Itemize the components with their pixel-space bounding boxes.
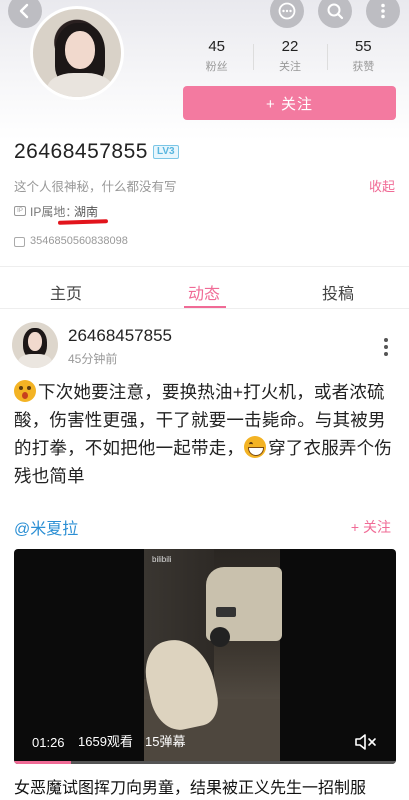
post-text: 下次她要注意，要换热油+打火机，或者浓硫酸，伤害性更强，干了就要一击毙命。与其被… [14,378,398,490]
fans-label: 粉丝 [205,61,228,73]
tab-home[interactable]: 主页 [50,280,82,304]
video-duration: 01:26 [32,735,65,750]
profile-uid: 3546850560838098 [30,235,128,247]
likes-count: 55 [354,38,372,55]
stat-likes[interactable]: 55 获赞 [326,38,400,74]
stat-fans[interactable]: 45 粉丝 [180,38,253,74]
profile-username: 26468457855 [14,140,148,163]
dot-icon [384,352,388,356]
dot-icon [384,345,388,349]
video-danmaku: 15弹幕 [145,734,186,749]
back-button[interactable] [8,0,42,28]
profile-signature: 这个人很神秘，什么都没有写 [14,180,177,194]
divider [0,308,409,309]
more-button[interactable] [366,0,400,28]
video-progress-bar[interactable] [14,761,396,764]
ip-location-value: 湖南 [74,205,99,219]
collapse-link[interactable]: 收起 [369,176,395,195]
fans-count: 45 [208,38,225,55]
stat-following[interactable]: 22 关注 [253,38,326,74]
video-player[interactable]: bilibili 01:26 1659观看 15弹幕 [14,549,396,764]
grin-emoji-icon [244,436,267,458]
post-more-button[interactable] [380,338,392,356]
video-views: 1659观看 [78,734,133,749]
search-icon [327,3,344,20]
video-watermark: bilibili [152,555,172,564]
follow-button[interactable]: + 关注 [183,86,396,120]
likes-label: 获赞 [352,61,375,73]
post-avatar[interactable] [12,322,58,368]
level-badge: LV3 [153,145,179,159]
scared-emoji-icon [14,380,36,402]
more-chat-icon [278,2,296,20]
profile-avatar[interactable] [30,6,124,100]
dot-icon [384,338,388,342]
repost-follow-button[interactable]: + 关注 [351,517,391,537]
ip-location-label: IP属地： [30,205,78,219]
following-label: 关注 [278,61,301,73]
mute-icon[interactable] [354,732,380,752]
chat-button[interactable] [270,0,304,28]
post-username[interactable]: 26468457855 [68,326,172,346]
highlight-underline [57,219,109,225]
following-count: 22 [281,38,299,55]
ip-location-icon: IP [14,206,26,216]
profile-stats: 45 粉丝 22 关注 55 获赞 [180,38,400,74]
divider [0,266,409,267]
search-button[interactable] [318,0,352,28]
tab-dynamic[interactable]: 动态 [188,280,220,304]
more-vertical-icon [381,3,385,19]
video-progress-fill [14,761,72,764]
tab-posts[interactable]: 投稿 [322,280,354,304]
profile-header: 45 粉丝 22 关注 55 获赞 + 关注 [0,0,409,140]
back-arrow-icon [19,3,29,19]
repost-user-link[interactable]: @米夏拉 [14,515,78,539]
uid-icon [14,237,25,247]
video-title[interactable]: 女恶魔试图挥刀向男童，结果被正义先生一招制服 [14,774,366,798]
post-time: 45分钟前 [68,352,118,366]
